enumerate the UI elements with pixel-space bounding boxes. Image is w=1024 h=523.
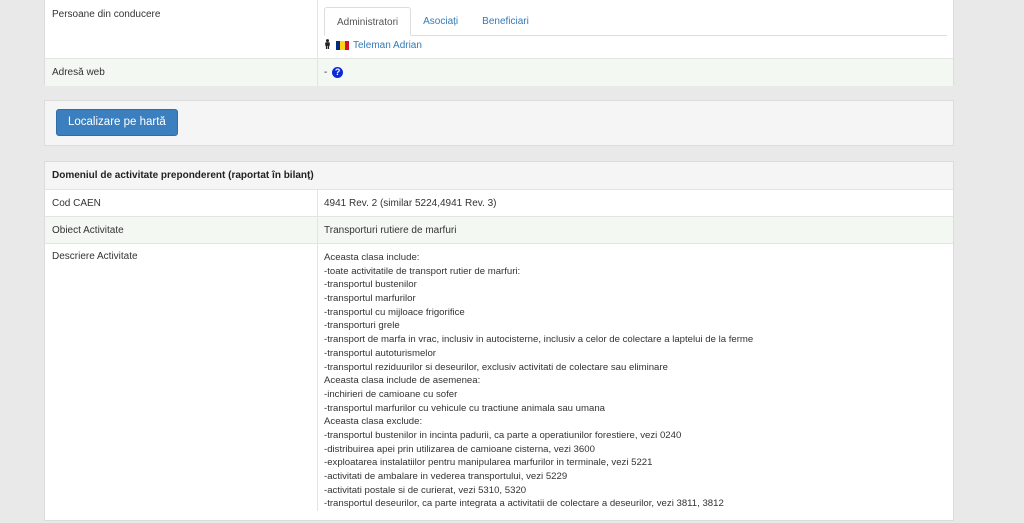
description-line: -transportul marfurilor cu vehicule cu t…	[324, 402, 606, 414]
description-line: -transportul autoturismelor	[324, 347, 436, 359]
person-link[interactable]: Teleman Adrian	[353, 40, 422, 51]
description-line: Aceasta clasa include:	[324, 252, 420, 263]
map-location-button[interactable]: Localizare pe hartă	[56, 109, 178, 136]
description-line: -transportul marfurilor	[324, 293, 416, 305]
description-line: -transportul bustenilor in incinta padur…	[324, 429, 682, 441]
description-line: -activitati postale si de curierat, vezi…	[324, 484, 527, 496]
description-label: Descriere Activitate	[45, 244, 318, 512]
website-label: Adresă web	[45, 59, 318, 86]
description-line: -transportul cu mijloace frigorifice	[324, 306, 465, 318]
website-value: -	[324, 67, 328, 78]
description-line: -transport de marfa in vrac, inclusiv in…	[324, 334, 754, 346]
person-icon	[324, 39, 332, 52]
activity-panel: Domeniul de activitate preponderent (rap…	[44, 161, 954, 521]
activity-title: Domeniul de activitate preponderent (rap…	[45, 162, 953, 190]
website-row: Adresă web - ?	[45, 59, 953, 86]
description-line: -transportul bustenilor	[324, 279, 417, 291]
caen-value: 4941 Rev. 2 (similar 5224,4941 Rev. 3)	[324, 198, 497, 209]
help-icon[interactable]: ?	[332, 66, 344, 78]
website-value-cell: - ?	[318, 59, 953, 86]
company-persons-panel: Persoane din conducere Administratori As…	[44, 0, 954, 86]
description-line: -toate activitatile de transport rutier …	[324, 265, 521, 277]
description-row: Descriere Activitate Aceasta clasa inclu…	[45, 244, 953, 512]
description-line: -inchirieri de camioane cu sofer	[324, 388, 458, 400]
romania-flag-icon	[336, 41, 349, 50]
description-text: Aceasta clasa include: -toate activitati…	[318, 244, 953, 511]
persons-row: Persoane din conducere Administratori As…	[45, 0, 953, 59]
description-line: -transportul reziduurilor si deseurilor,…	[324, 361, 668, 373]
object-value: Transporturi rutiere de marfuri	[324, 225, 457, 236]
person-entry: Teleman Adrian	[324, 39, 953, 52]
caen-label: Cod CAEN	[45, 190, 318, 216]
persons-label: Persoane din conducere	[45, 0, 318, 58]
description-line: Aceasta clasa include de asemenea:	[324, 375, 481, 387]
description-line: -activitati de ambalare in vederea trans…	[324, 471, 568, 482]
description-line: -distribuirea apei prin utilizarea de ca…	[324, 443, 595, 455]
persons-content: Administratori Asociați Beneficiari Tele…	[318, 0, 953, 58]
tab-administratori[interactable]: Administratori	[324, 7, 412, 36]
persons-tabs: Administratori Asociați Beneficiari	[324, 7, 947, 36]
description-line: -transporturi grele	[324, 320, 400, 332]
tab-asociati[interactable]: Asociați	[411, 7, 470, 36]
description-line: Aceasta clasa exclude:	[324, 416, 423, 428]
object-label: Obiect Activitate	[45, 217, 318, 243]
object-row: Obiect Activitate Transporturi rutiere d…	[45, 217, 953, 244]
description-line: -transportul deseurilor, ca parte integr…	[324, 498, 724, 510]
tab-beneficiari[interactable]: Beneficiari	[470, 7, 541, 36]
caen-row: Cod CAEN 4941 Rev. 2 (similar 5224,4941 …	[45, 190, 953, 217]
description-line: -exploatarea instalatiilor pentru manipu…	[324, 457, 653, 469]
map-panel: Localizare pe hartă	[44, 100, 954, 146]
